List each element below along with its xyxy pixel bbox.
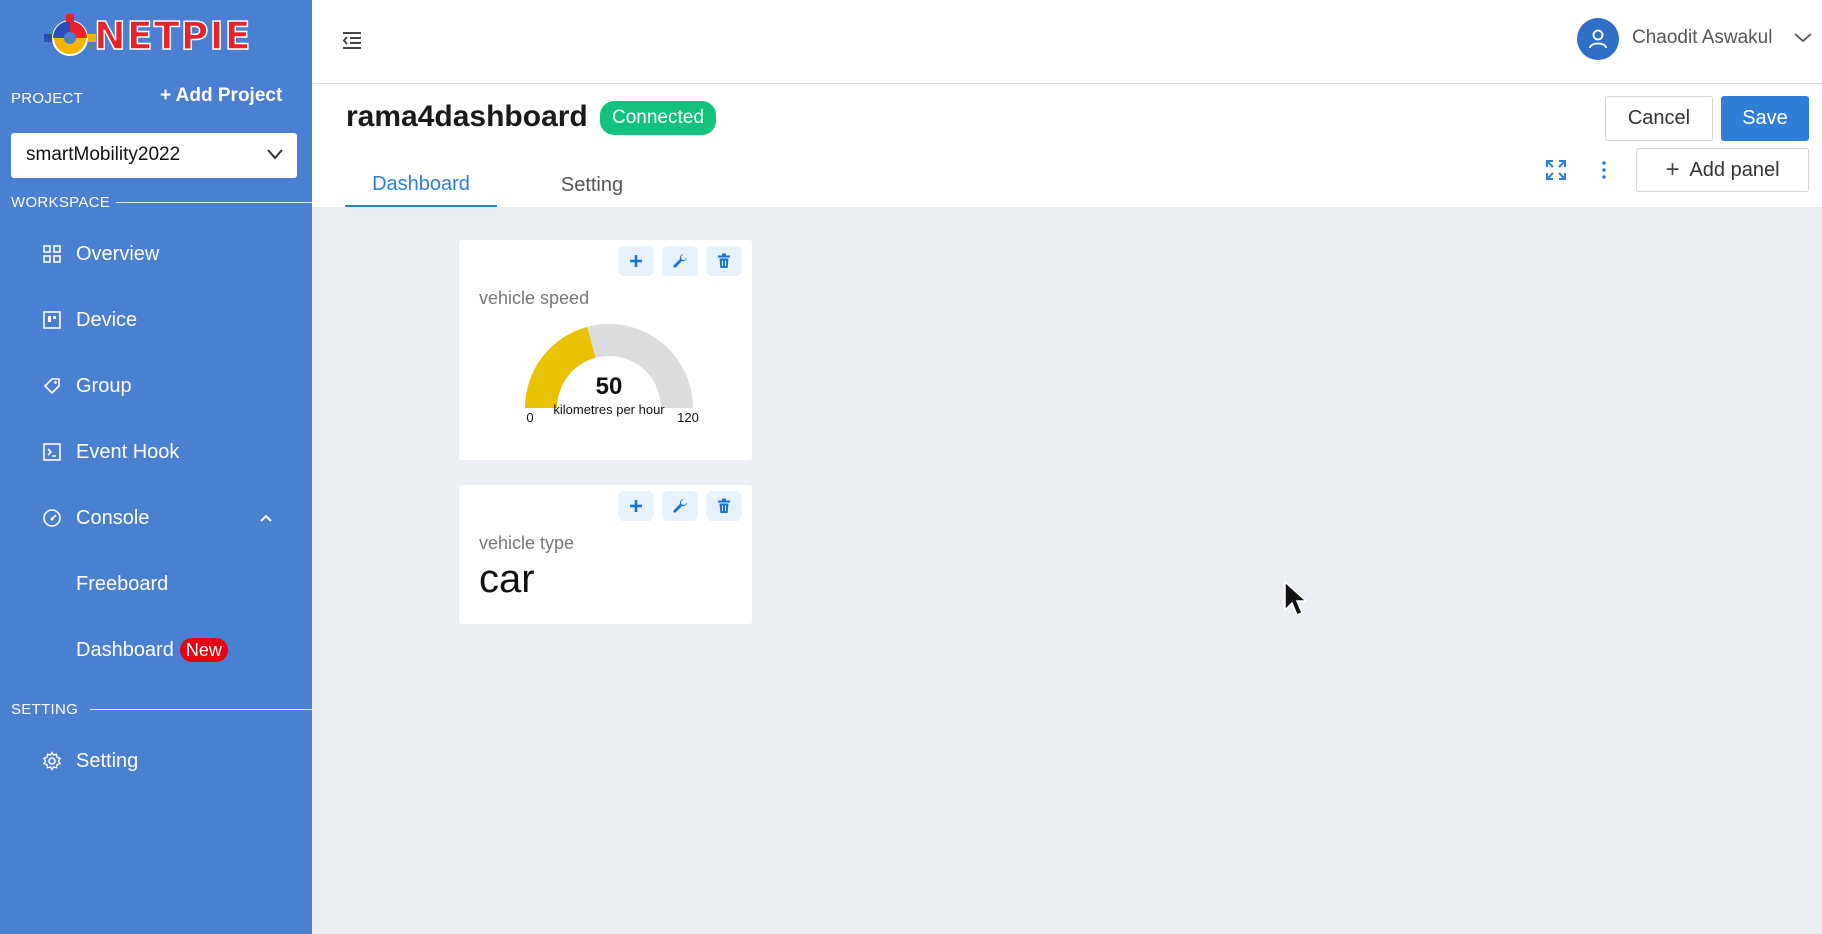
sidebar-item-label: Freeboard: [76, 572, 169, 595]
project-select[interactable]: smartMobility2022: [11, 133, 297, 178]
sidebar-item-console[interactable]: Console: [0, 496, 312, 540]
netpie-logo-icon: [44, 14, 96, 56]
page-title: rama4dashboard: [346, 100, 588, 133]
trash-icon: [718, 498, 730, 513]
tab-setting[interactable]: Setting: [522, 163, 662, 207]
terminal-icon: [42, 442, 62, 462]
plus-icon: [630, 255, 642, 267]
project-label: PROJECT: [11, 90, 84, 107]
chevron-up-icon: [260, 514, 272, 522]
panel-vehicle-speed: vehicle speed 50 kilometres per hour 0 1…: [459, 240, 752, 460]
sidebar-item-label: Overview: [76, 242, 160, 265]
mouse-cursor-icon: [1284, 580, 1307, 616]
panel-actions: [618, 246, 742, 276]
chevron-down-icon: [267, 149, 283, 160]
panel-delete-button[interactable]: [706, 246, 742, 276]
grid-icon: [42, 244, 62, 264]
panel-add-button[interactable]: [618, 491, 654, 521]
panel-title: vehicle type: [479, 533, 575, 553]
sidebar-item-label: Dashboard: [76, 638, 174, 661]
panel-edit-button[interactable]: [662, 246, 698, 276]
gauge-max: 120: [677, 410, 699, 425]
device-icon: [42, 310, 62, 330]
dashboard-header: rama4dashboard Connected Cancel Save Das…: [312, 84, 1822, 207]
sidebar-item-label: Device: [76, 308, 138, 331]
tab-label: Dashboard: [372, 172, 470, 195]
add-project-button[interactable]: + Add Project: [160, 85, 282, 107]
sidebar-item-overview[interactable]: Overview: [0, 232, 312, 276]
sidebar-item-label: Setting: [76, 749, 139, 772]
gauge-value: 50: [596, 373, 623, 400]
sidebar-item-freeboard[interactable]: Freeboard: [0, 562, 312, 606]
panel-text-value: car: [479, 557, 535, 601]
gauge-fill: [525, 326, 596, 408]
panel-actions: [618, 491, 742, 521]
new-badge: New: [179, 638, 228, 662]
user-avatar[interactable]: [1577, 18, 1619, 60]
tag-icon: [42, 376, 62, 396]
tab-label: Setting: [560, 173, 624, 196]
panel-edit-button[interactable]: [662, 491, 698, 521]
sidebar-item-group[interactable]: Group: [0, 364, 312, 408]
tab-dashboard[interactable]: Dashboard: [345, 163, 497, 207]
logo-text: NETPIE: [93, 13, 252, 59]
workspace-divider: [116, 202, 312, 203]
panel-vehicle-type: vehicle type car: [459, 485, 752, 624]
chevron-down-icon[interactable]: [1792, 26, 1814, 48]
fullscreen-icon[interactable]: [1544, 158, 1568, 182]
more-vertical-icon[interactable]: [1596, 158, 1612, 182]
setting-divider: [90, 709, 312, 710]
add-panel-label: Add panel: [1689, 158, 1780, 181]
plus-icon: +: [1665, 156, 1680, 183]
sidebar-item-device[interactable]: Device: [0, 298, 312, 342]
status-badge: Connected: [600, 101, 716, 135]
wrench-icon: [673, 499, 687, 513]
panel-title: vehicle speed: [479, 288, 590, 308]
user-icon: [1589, 29, 1607, 49]
panel-add-button[interactable]: [618, 246, 654, 276]
sidebar-item-event-hook[interactable]: Event Hook: [0, 430, 312, 474]
gauge-icon: [42, 508, 62, 528]
user-name[interactable]: Chaodit Aswakul: [1632, 27, 1772, 49]
trash-icon: [718, 253, 730, 268]
sidebar-item-label: Group: [76, 374, 132, 397]
sidebar-item-label: Console: [76, 506, 150, 529]
speed-gauge: 50 kilometres per hour 0 120: [525, 324, 699, 425]
gauge-unit: kilometres per hour: [553, 402, 665, 417]
save-button[interactable]: Save: [1721, 96, 1809, 141]
gauge-min: 0: [526, 410, 533, 425]
topbar: Chaodit Aswakul: [312, 0, 1822, 84]
project-select-value: smartMobility2022: [26, 144, 181, 165]
sidebar-item-label: Event Hook: [76, 440, 180, 463]
sidebar: NETPIE PROJECT + Add Project smartMobili…: [0, 0, 312, 934]
setting-section-label: SETTING: [11, 701, 79, 718]
panel-delete-button[interactable]: [706, 491, 742, 521]
sidebar-item-dashboard[interactable]: Dashboard New: [0, 628, 312, 672]
plus-icon: [630, 500, 642, 512]
sidebar-item-setting[interactable]: Setting: [0, 739, 312, 783]
menu-collapse-icon[interactable]: [340, 28, 364, 52]
wrench-icon: [673, 254, 687, 268]
cancel-button[interactable]: Cancel: [1605, 96, 1713, 141]
workspace-section-label: WORKSPACE: [11, 194, 111, 211]
netpie-logo[interactable]: NETPIE: [44, 12, 264, 62]
gear-icon: [42, 751, 62, 771]
add-panel-button[interactable]: + Add panel: [1636, 148, 1809, 192]
